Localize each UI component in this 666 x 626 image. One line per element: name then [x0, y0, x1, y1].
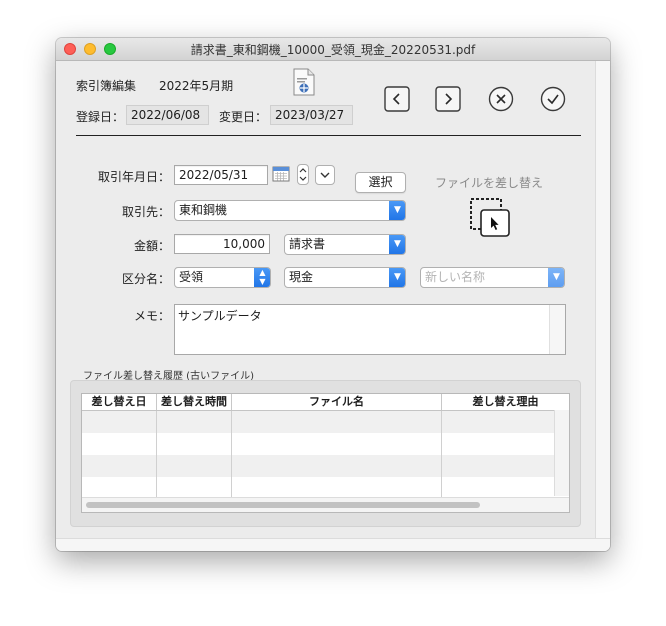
window-scrollbar[interactable] [595, 61, 610, 551]
title-bar[interactable]: 請求書_東和鋼機_10000_受領_現金_20220531.pdf [56, 38, 610, 61]
doc-type-select[interactable]: 請求書 ▼ [284, 234, 406, 255]
column-header-filename[interactable]: ファイル名 [232, 394, 442, 410]
next-button[interactable] [435, 86, 461, 112]
table-cell [442, 411, 556, 433]
memo-scrollbar[interactable] [549, 305, 565, 354]
main-window: 請求書_東和鋼機_10000_受領_現金_20220531.pdf 索引簿編集 … [56, 38, 610, 551]
table-row[interactable] [82, 455, 556, 477]
table-cell [157, 477, 232, 499]
table-cell [442, 477, 556, 499]
table-cell [82, 455, 157, 477]
check-circle-icon [540, 86, 566, 112]
table-cell [232, 477, 442, 499]
column-header-time[interactable]: 差し替え時間 [157, 394, 232, 410]
table-horizontal-scrollbar[interactable] [82, 497, 569, 512]
memo-textarea[interactable]: サンプルデータ [174, 304, 566, 355]
column-header-date[interactable]: 差し替え日 [82, 394, 157, 410]
x-circle-icon [488, 86, 514, 112]
partner-value: 東和鋼機 [179, 203, 228, 217]
drop-target-cursor-icon [470, 198, 510, 237]
date-stepper[interactable] [297, 164, 309, 185]
table-cell [157, 433, 232, 455]
new-name-select[interactable]: 新しい名称 ▼ [420, 267, 565, 288]
table-cell [82, 411, 157, 433]
chevron-left-icon [384, 86, 410, 112]
modified-date: 2023/03/27 [270, 105, 353, 125]
modified-label: 変更日： [219, 110, 268, 124]
app-name: 索引簿編集 [76, 79, 137, 93]
chevron-down-icon: ▼ [389, 235, 405, 254]
table-row[interactable] [82, 477, 556, 499]
scrollbar-thumb[interactable] [86, 502, 480, 508]
new-name-placeholder: 新しい名称 [425, 270, 486, 284]
registered-date: 2022/06/08 [126, 105, 209, 125]
stepper-icon [299, 168, 307, 181]
window-title: 請求書_東和鋼機_10000_受領_現金_20220531.pdf [190, 43, 476, 57]
amount-label: 金額： [133, 239, 170, 253]
column-header-reason[interactable]: 差し替え理由 [442, 394, 569, 410]
table-vertical-scrollbar[interactable] [554, 410, 569, 496]
confirm-button[interactable] [540, 86, 566, 112]
table-cell [82, 433, 157, 455]
file-drop-target[interactable] [468, 196, 512, 240]
memo-label: メモ： [133, 309, 170, 323]
partner-label: 取引先： [121, 205, 170, 219]
previous-button[interactable] [384, 86, 410, 112]
date-field[interactable]: 2022/05/31 [174, 165, 268, 185]
table-cell [157, 455, 232, 477]
table-cell [82, 477, 157, 499]
replace-file-label: ファイルを差し替え [435, 176, 544, 190]
category-label: 区分名： [121, 272, 170, 286]
doc-type-value: 請求書 [289, 237, 326, 251]
history-table[interactable]: 差し替え日 差し替え時間 ファイル名 差し替え理由 [81, 393, 570, 513]
payment-select[interactable]: 現金 ▼ [284, 267, 406, 288]
registered-label: 登録日： [76, 110, 125, 124]
table-cell [232, 455, 442, 477]
calendar-icon[interactable] [272, 165, 290, 183]
partner-select[interactable]: 東和鋼機 ▼ [174, 200, 406, 221]
table-header: 差し替え日 差し替え時間 ファイル名 差し替え理由 [82, 394, 569, 411]
payment-value: 現金 [289, 270, 314, 284]
table-cell [232, 411, 442, 433]
category-select[interactable]: 受領 ▲ ▼ [174, 267, 271, 288]
date-label: 取引年月日： [97, 170, 170, 184]
window-bottom-bar [56, 538, 610, 551]
chevron-down-icon: ▼ [389, 268, 405, 287]
chevron-right-icon [435, 86, 461, 112]
memo-text: サンプルデータ [178, 309, 262, 323]
pdf-document-icon [293, 68, 315, 96]
category-value: 受領 [179, 270, 204, 284]
table-cell [442, 433, 556, 455]
table-cell [157, 411, 232, 433]
table-row[interactable] [82, 411, 556, 433]
up-down-arrows-icon: ▲ ▼ [254, 268, 270, 287]
header-divider [76, 135, 581, 136]
select-button[interactable]: 選択 [355, 172, 406, 193]
table-cell [232, 433, 442, 455]
chevron-down-icon: ▼ [389, 201, 405, 220]
table-row[interactable] [82, 433, 556, 455]
chevron-down-icon: ▼ [548, 268, 564, 287]
date-dropdown-button[interactable] [315, 165, 335, 185]
amount-field[interactable]: 10,000 [174, 234, 270, 254]
table-cell [442, 455, 556, 477]
period-label: 2022年5月期 [159, 79, 234, 93]
cancel-button[interactable] [488, 86, 514, 112]
chevron-down-icon [320, 172, 330, 178]
